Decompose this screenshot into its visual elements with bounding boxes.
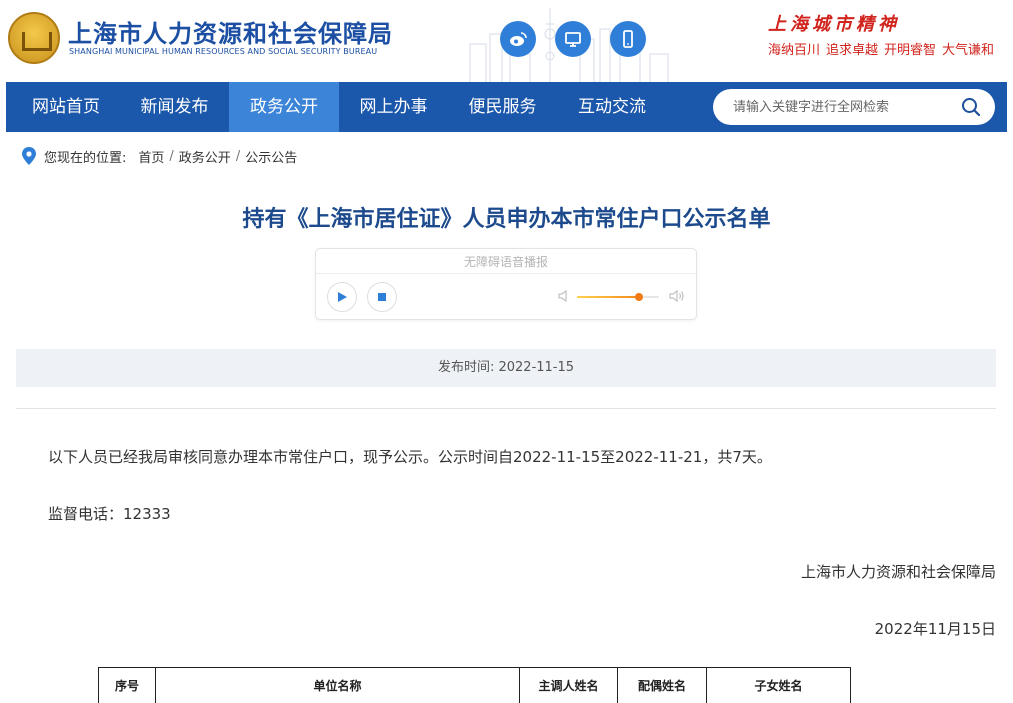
main-navigation: 网站首页 新闻发布 政务公开 网上办事 便民服务 互动交流 [6, 82, 1007, 132]
mobile-icon [623, 30, 633, 48]
publish-date-value: 2022-11-15 [498, 360, 575, 375]
desktop-version-button[interactable] [555, 21, 591, 57]
content-divider [16, 408, 996, 409]
stop-icon [378, 293, 386, 301]
spirit-motto: 海纳百川 [768, 43, 821, 58]
nav-item-government-affairs[interactable]: 政务公开 [229, 82, 339, 132]
column-header-applicant: 主调人姓名 [519, 667, 618, 703]
play-icon [338, 292, 347, 302]
breadcrumb-separator: / [169, 148, 174, 164]
column-header-children: 子女姓名 [706, 667, 851, 703]
volume-low-icon[interactable] [557, 289, 571, 303]
site-header: 上海市人力资源和社会保障局 SHANGHAI MUNICIPAL HUMAN R… [0, 0, 1013, 82]
issuer-signature: 上海市人力资源和社会保障局 [800, 563, 996, 581]
publish-date-bar: 发布时间: 2022-11-15 [16, 349, 996, 387]
play-button[interactable] [327, 282, 357, 312]
nav-item-online-services[interactable]: 网上办事 [339, 82, 448, 132]
announcement-paragraph: 以下人员已经我局审核同意办理本市常住户口，现予公示。公示时间自2022-11-1… [48, 448, 772, 466]
volume-slider[interactable] [577, 293, 659, 301]
spirit-motto: 大气谦和 [942, 43, 995, 58]
bureau-emblem-logo[interactable] [8, 12, 60, 64]
stop-button[interactable] [367, 282, 397, 312]
location-pin-icon [22, 147, 36, 165]
nav-item-news[interactable]: 新闻发布 [120, 82, 229, 132]
audio-player-label: 无障碍语音播报 [463, 255, 548, 269]
volume-knob[interactable] [634, 293, 643, 301]
nav-item-public-services[interactable]: 便民服务 [448, 82, 557, 132]
breadcrumb: 您现在的位置: 首页 / 政务公开 / 公示公告 [22, 146, 297, 166]
desktop-icon [565, 32, 581, 47]
site-search [713, 89, 995, 125]
volume-fill [577, 296, 639, 298]
search-icon [962, 98, 981, 117]
column-header-spouse: 配偶姓名 [617, 667, 707, 703]
spirit-motto: 开明睿智 [884, 43, 937, 58]
breadcrumb-home[interactable]: 首页 [138, 147, 164, 166]
article-title: 持有《上海市居住证》人员申办本市常住户口公示名单 [242, 207, 771, 232]
breadcrumb-announcements[interactable]: 公示公告 [245, 147, 297, 166]
breadcrumb-government-affairs[interactable]: 政务公开 [179, 147, 231, 166]
search-button[interactable] [959, 95, 983, 119]
volume-high-icon[interactable] [669, 289, 685, 303]
accessibility-audio-player: 无障碍语音播报 [315, 248, 697, 320]
city-spirit-title: 上海城市精神 [768, 14, 900, 35]
mobile-version-button[interactable] [610, 21, 646, 57]
weibo-button[interactable] [500, 21, 536, 57]
site-subtitle: SHANGHAI MUNICIPAL HUMAN RESOURCES AND S… [69, 47, 378, 56]
nav-item-home[interactable]: 网站首页 [12, 82, 120, 132]
issue-date: 2022年11月15日 [874, 620, 996, 638]
breadcrumb-lead: 您现在的位置: [44, 150, 127, 166]
audio-player-divider [316, 273, 696, 274]
weibo-icon [510, 32, 527, 46]
spirit-motto: 追求卓越 [826, 43, 879, 58]
breadcrumb-separator: / [235, 148, 241, 164]
site-title[interactable]: 上海市人力资源和社会保障局 [68, 14, 393, 49]
column-header-employer: 单位名称 [155, 667, 520, 703]
search-input[interactable] [733, 89, 953, 125]
public-list-table: 序号 单位名称 主调人姓名 配偶姓名 子女姓名 [98, 667, 851, 703]
publish-date-label: 发布时间: [437, 360, 495, 375]
city-spirit-mottos: 海纳百川 追求卓越 开明睿智 大气谦和 [768, 39, 994, 58]
table-header-row: 序号 单位名称 主调人姓名 配偶姓名 子女姓名 [98, 667, 851, 703]
hotline-paragraph: 监督电话：12333 [48, 505, 171, 523]
nav-item-interaction[interactable]: 互动交流 [557, 82, 667, 132]
column-header-number: 序号 [98, 667, 156, 703]
